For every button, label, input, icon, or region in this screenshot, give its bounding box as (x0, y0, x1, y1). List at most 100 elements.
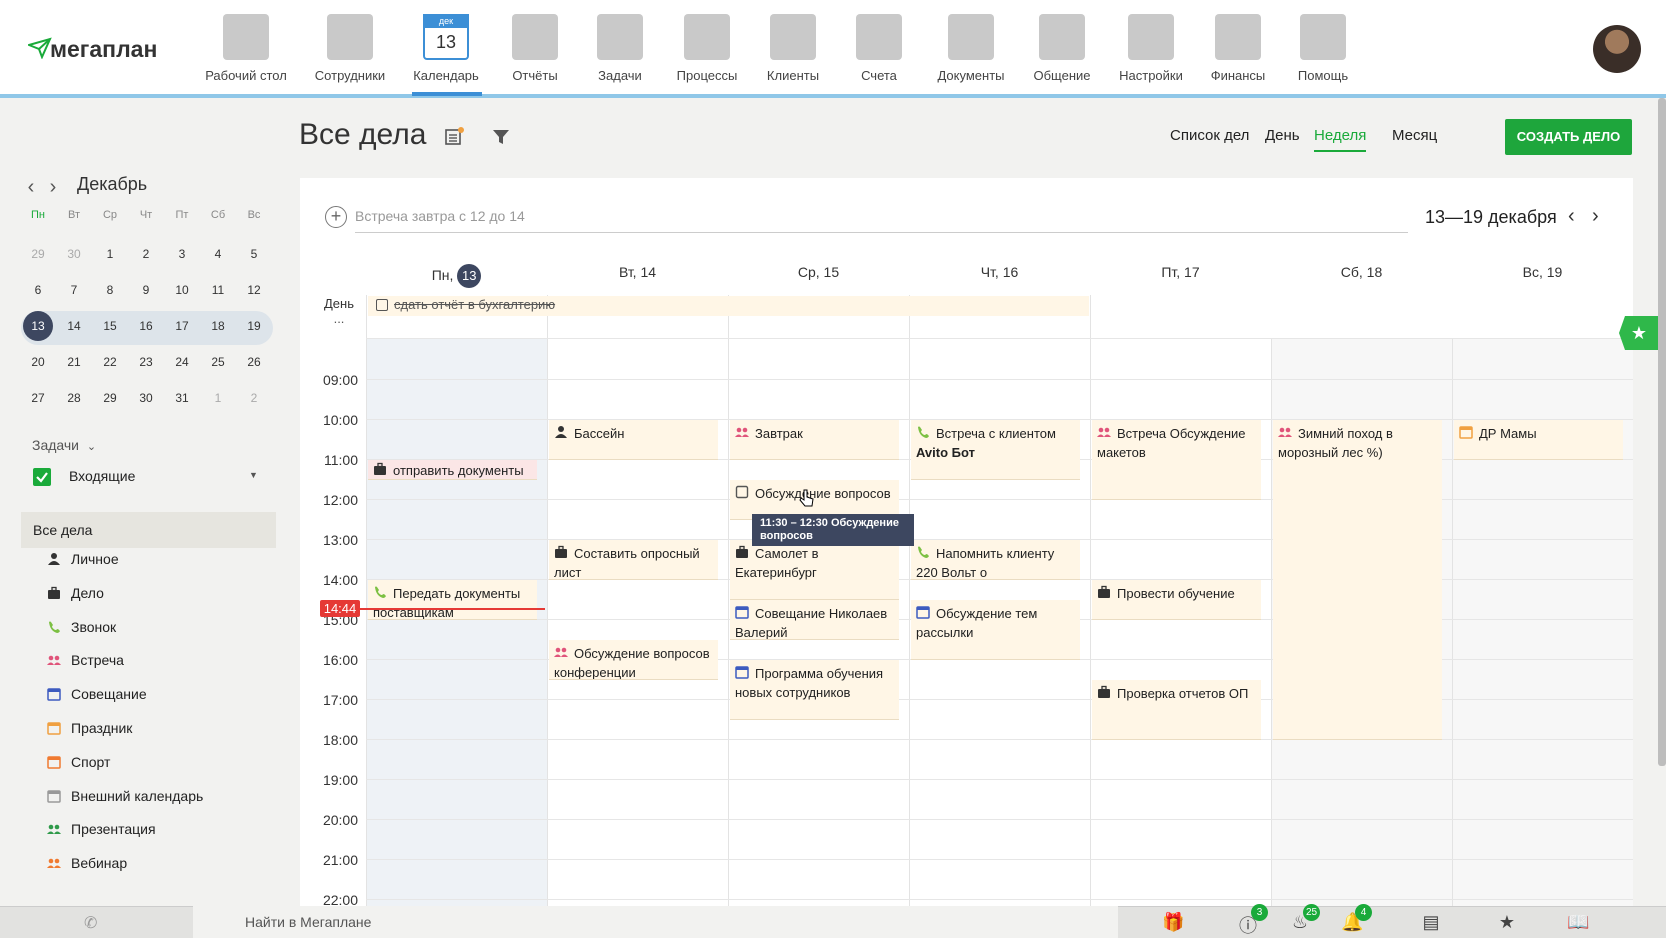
calendar-event[interactable]: Проверка отчетов ОП (1092, 680, 1261, 740)
category-phone[interactable]: Звонок (47, 619, 116, 635)
add-circle-icon[interactable]: + (325, 206, 347, 228)
filter-icon[interactable] (491, 127, 511, 147)
day-header[interactable]: Вт, 14 (547, 264, 728, 280)
mini-calendar-day[interactable]: 1 (95, 239, 125, 269)
calendar-event[interactable]: Встреча с клиентом Avito Бот (911, 420, 1080, 480)
mini-calendar-day[interactable]: 27 (23, 383, 53, 413)
fire-icon[interactable]: ♨ 25 (1289, 904, 1321, 932)
category-briefcase[interactable]: Дело (47, 585, 104, 601)
tasks-section-toggle[interactable]: Задачи ⌄ (32, 437, 96, 453)
category-person[interactable]: Личное (47, 551, 119, 567)
nav-help[interactable]: Помощь (1273, 14, 1373, 83)
mini-calendar-day[interactable]: 12 (239, 275, 269, 305)
calendar-event[interactable]: ДР Мамы (1454, 420, 1623, 460)
quick-add-input[interactable]: Встреча завтра с 12 до 14 (355, 208, 1408, 233)
calendar-event[interactable]: Составить опросный лист (549, 540, 718, 580)
create-task-button[interactable]: СОЗДАТЬ ДЕЛО (1505, 119, 1632, 155)
day-header[interactable]: Сб, 18 (1271, 264, 1452, 280)
mini-calendar-day[interactable]: 5 (239, 239, 269, 269)
category-conference[interactable]: Совещание (47, 686, 147, 702)
mini-calendar-day[interactable]: 14 (59, 311, 89, 341)
category-presentation[interactable]: Презентация (47, 821, 156, 837)
favorites-star-icon[interactable]: ★ (1619, 316, 1659, 350)
megaplan-logo-icon[interactable] (28, 37, 52, 59)
nav-processes[interactable]: Процессы (657, 14, 757, 83)
mini-calendar-day[interactable]: 4 (203, 239, 233, 269)
day-header[interactable]: Ср, 15 (728, 264, 909, 280)
mini-calendar-day[interactable]: 2 (131, 239, 161, 269)
calendar-event[interactable]: Бассейн (549, 420, 718, 460)
mini-calendar-day[interactable]: 11 (203, 275, 233, 305)
incoming-filter[interactable]: Входящие ▼ (33, 468, 258, 487)
view-week-tab[interactable]: Неделя (1314, 127, 1367, 152)
mini-calendar-day[interactable]: 18 (203, 311, 233, 341)
nav-tasks[interactable]: Задачи (570, 14, 670, 83)
nav-employees[interactable]: Сотрудники (300, 14, 400, 83)
next-week-arrow-icon[interactable]: › (1592, 205, 1599, 228)
nav-clients[interactable]: Клиенты (743, 14, 843, 83)
list-view-icon[interactable] (444, 127, 464, 147)
calendar-event[interactable]: Совещание Николаев Валерий (730, 600, 899, 640)
mini-calendar-day[interactable]: 9 (131, 275, 161, 305)
checkbox-checked-icon[interactable] (33, 468, 51, 487)
mini-calendar-day[interactable]: 13 (23, 311, 53, 341)
mini-calendar-day[interactable]: 25 (203, 347, 233, 377)
calendar-event[interactable]: Обсуждение вопросов конференции (549, 640, 718, 680)
nav-documents[interactable]: Документы (921, 14, 1021, 83)
nav-invoices[interactable]: Счета (829, 14, 929, 83)
mini-calendar-day[interactable]: 30 (59, 239, 89, 269)
view-month-tab[interactable]: Месяц (1392, 127, 1437, 144)
app-logo-text[interactable]: мегаплан (50, 36, 157, 63)
gift-icon[interactable]: 🎁 (1162, 912, 1184, 932)
mini-calendar-day[interactable]: 19 (239, 311, 269, 341)
mini-calendar-day[interactable]: 31 (167, 383, 197, 413)
allday-event[interactable]: сдать отчёт в бухгалтерию (368, 296, 1089, 316)
book-icon[interactable]: 📖 (1567, 912, 1589, 932)
checkbox-icon[interactable] (376, 299, 388, 311)
day-header[interactable]: Пн, 13 (366, 264, 547, 288)
calendar-event[interactable]: Передать документы поставщикам (368, 580, 537, 620)
mini-calendar-day[interactable]: 26 (239, 347, 269, 377)
nav-desktop[interactable]: Рабочий стол (196, 14, 296, 83)
mini-calendar-day[interactable]: 15 (95, 311, 125, 341)
mini-calendar-day[interactable]: 10 (167, 275, 197, 305)
mini-calendar-day[interactable]: 22 (95, 347, 125, 377)
calendar-event[interactable]: Обсуждение тем рассылки (911, 600, 1080, 660)
category-holiday[interactable]: Праздник (47, 720, 132, 736)
phone-icon[interactable]: ✆ (84, 913, 97, 933)
next-month-arrow-icon[interactable]: › (43, 176, 63, 199)
bell-icon[interactable]: 🔔 4 (1341, 904, 1372, 932)
calendar-event[interactable]: Завтрак (730, 420, 899, 460)
mini-calendar-day[interactable]: 20 (23, 347, 53, 377)
mini-calendar-day[interactable]: 16 (131, 311, 161, 341)
mini-calendar-day[interactable]: 29 (23, 239, 53, 269)
nav-chat[interactable]: Общение (1012, 14, 1112, 83)
mini-calendar-day[interactable]: 29 (95, 383, 125, 413)
prev-week-arrow-icon[interactable]: ‹ (1568, 205, 1575, 228)
mini-calendar-day[interactable]: 1 (203, 383, 233, 413)
calendar-event[interactable]: Провести обучение (1092, 580, 1261, 620)
global-search-input[interactable]: Найти в Мегаплане (193, 906, 1118, 938)
mini-calendar-day[interactable]: 17 (167, 311, 197, 341)
view-list-tab[interactable]: Список дел (1170, 127, 1249, 144)
category-webinar[interactable]: Вебинар (47, 855, 127, 871)
mini-calendar-day[interactable]: 21 (59, 347, 89, 377)
category-meeting[interactable]: Встреча (47, 652, 124, 668)
calendar-event[interactable]: Программа обучения новых сотрудников (730, 660, 899, 720)
mini-calendar-day[interactable]: 8 (95, 275, 125, 305)
day-header[interactable]: Чт, 16 (909, 264, 1090, 280)
mini-calendar-day[interactable]: 28 (59, 383, 89, 413)
chat-icon[interactable]: ▤ (1420, 912, 1442, 932)
mini-calendar-day[interactable]: 7 (59, 275, 89, 305)
mini-calendar-day[interactable]: 30 (131, 383, 161, 413)
day-header[interactable]: Вс, 19 (1452, 264, 1633, 280)
day-header[interactable]: Пт, 17 (1090, 264, 1271, 280)
alert-icon[interactable]: ⓘ 3 (1237, 904, 1268, 936)
calendar-event[interactable]: Самолет в Екатеринбург (730, 540, 899, 600)
mini-calendar-day[interactable]: 3 (167, 239, 197, 269)
category-external-calendar[interactable]: Внешний календарь (47, 788, 203, 804)
calendar-event[interactable]: Встреча Обсуждение макетов (1092, 420, 1261, 500)
calendar-event[interactable]: Напомнить клиенту 220 Вольт о (911, 540, 1080, 580)
all-items-filter[interactable]: Все дела (21, 512, 276, 548)
nav-calendar[interactable]: дек 13 Календарь (396, 14, 496, 83)
